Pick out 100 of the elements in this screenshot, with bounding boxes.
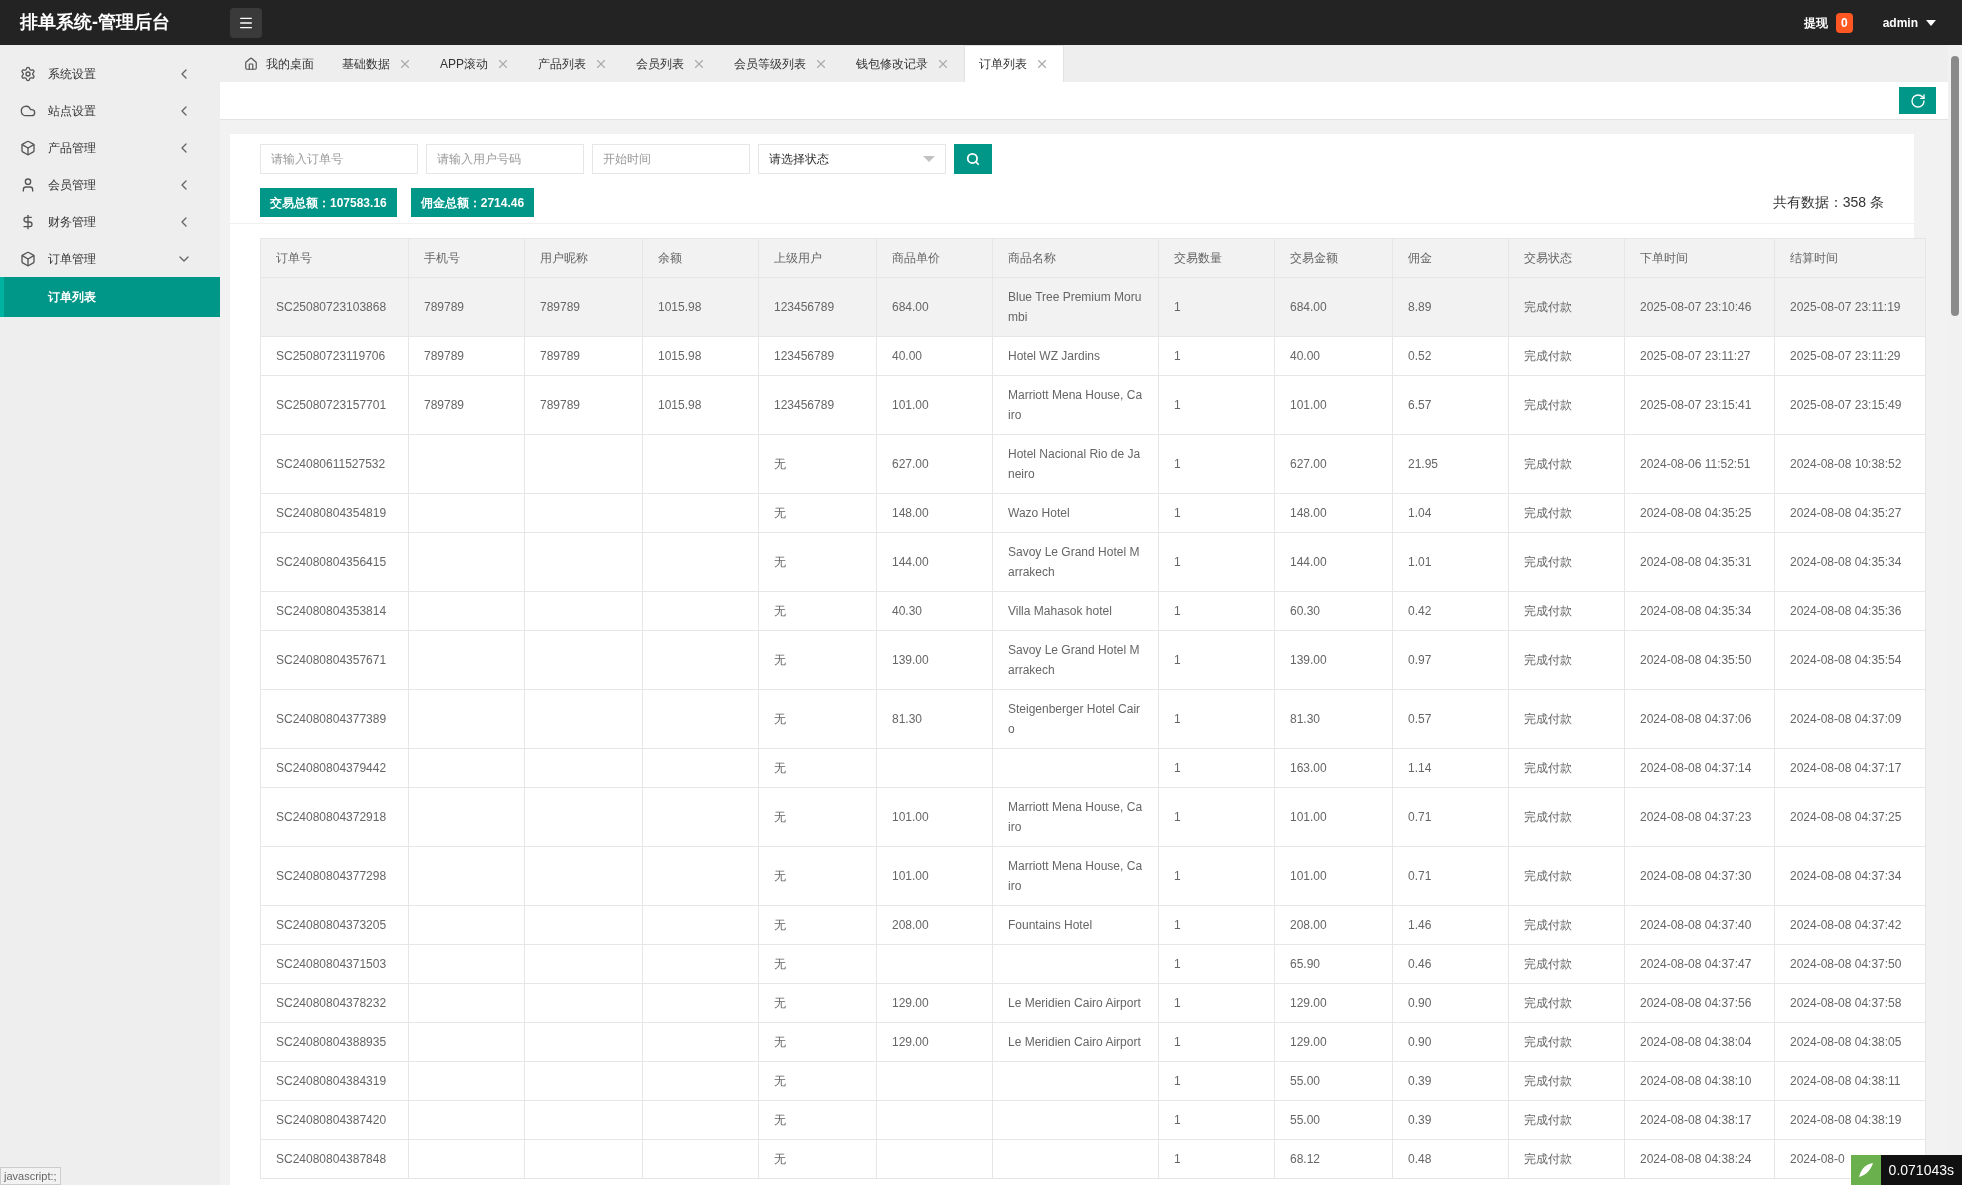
table-row[interactable]: SC24080804384319 无 1 55.00 0.39 完成付款 2024-08-08 04:38:10 2024-08-08 04:38:11 xyxy=(260,1061,1926,1101)
dollar-icon xyxy=(20,213,36,230)
table-cell: 2024-08-08 04:37:40 xyxy=(1640,918,1752,932)
tab[interactable]: 会员等级列表 xyxy=(720,45,842,82)
table-cell: Marriott Mena House, Cairo xyxy=(1008,800,1143,834)
tab[interactable]: 产品列表 xyxy=(524,45,622,82)
sidebar-item[interactable]: 会员管理 xyxy=(0,166,220,203)
table-cell: 40.30 xyxy=(892,604,923,618)
sidebar-item[interactable]: 订单管理 xyxy=(0,240,220,277)
table-cell: 129.00 xyxy=(892,996,929,1010)
table-cell: 完成付款 xyxy=(1524,1113,1572,1127)
table-cell: SC24080804353814 xyxy=(276,604,387,618)
table-cell: SC24080804354819 xyxy=(276,506,387,520)
menu-toggle-button[interactable] xyxy=(230,7,262,38)
table-cell: 无 xyxy=(774,810,786,824)
table-cell: 无 xyxy=(774,957,786,971)
table-row[interactable]: SC24080804371503 无 1 65.90 0.46 完成付款 2024-08-08 04:37:47 2024-08-08 04:37:50 xyxy=(260,944,1926,984)
table-cell: 144.00 xyxy=(892,555,929,569)
table-row[interactable]: SC24080804388935 无 129.00 Le Meridien Cairo Airport 1 129.00 0.90 完成付款 2024-08-08 04:38:04 2024-08-08 04:38:05 xyxy=(260,1022,1926,1062)
withdraw-link[interactable]: 提现 xyxy=(1803,13,1828,32)
table-row[interactable]: SC24080804379442 无 1 163.00 1.14 完成付款 2024-08-08 04:37:14 2024-08-08 04:37:17 xyxy=(260,748,1926,788)
table-cell: 2024-08-08 04:38:04 xyxy=(1640,1035,1752,1049)
tab[interactable]: 钱包修改记录 xyxy=(842,45,964,82)
table-cell: 2024-08-08 04:37:34 xyxy=(1790,869,1902,883)
table-cell: 完成付款 xyxy=(1524,300,1572,314)
order-number-field[interactable]: 请输入订单号 xyxy=(260,144,418,174)
table-row[interactable]: SC24080804387420 无 1 55.00 0.39 完成付款 2024-08-08 04:38:17 2024-08-08 04:38:19 xyxy=(260,1100,1926,1140)
table-row[interactable]: SC24080804357671 无 139.00 Savoy Le Grand Hotel Marrakech 1 139.00 0.97 完成付款 2024-08-08 04:35:50 2024-08-08 04:35:54 xyxy=(260,630,1926,690)
refresh-button[interactable] xyxy=(1899,87,1936,114)
table-row[interactable]: SC24080611527532 无 627.00 Hotel Nacional Rio de Janeiro 1 627.00 21.95 完成付款 2024-08-06 11:52:51 2024-08-08 10:38:52 xyxy=(260,434,1926,494)
tab[interactable]: 基础数据 xyxy=(328,45,426,82)
table-cell: 无 xyxy=(774,1152,786,1166)
table-cell: Blue Tree Premium Morumbi xyxy=(1008,290,1142,324)
table-row[interactable]: SC24080804356415 无 144.00 Savoy Le Grand Hotel Marrakech 1 144.00 1.01 完成付款 2024-08-08 04:35:31 2024-08-08 04:35:34 xyxy=(260,532,1926,592)
tab[interactable]: APP滚动 xyxy=(426,45,524,82)
table-cell: SC24080611527532 xyxy=(276,457,386,471)
table-cell: 1.46 xyxy=(1408,918,1432,932)
table-row[interactable]: SC24080804373205 无 208.00 Fountains Hotel 1 208.00 1.46 完成付款 2024-08-08 04:37:40 2024-08-08 04:37:42 xyxy=(260,905,1926,945)
table-cell: 无 xyxy=(774,869,786,883)
table-cell: SC24080804378232 xyxy=(276,996,387,1010)
table-cell: 0.39 xyxy=(1408,1074,1432,1088)
table-cell: 2025-08-07 23:11:19 xyxy=(1790,300,1901,314)
table-cell: 1.01 xyxy=(1408,555,1432,569)
status-select[interactable]: 请选择状态 xyxy=(758,144,946,174)
record-count: 共有数据：358 条 xyxy=(1772,193,1884,212)
table-cell: 完成付款 xyxy=(1524,1152,1572,1166)
table-cell: 65.90 xyxy=(1290,957,1321,971)
box-icon xyxy=(20,250,36,267)
table-cell: 68.12 xyxy=(1290,1152,1321,1166)
table-cell: 2024-08-08 10:38:52 xyxy=(1790,457,1902,471)
table-row[interactable]: SC25080723119706 789789 789789 1015.98 123456789 40.00 Hotel WZ Jardins 1 40.00 0.52 完成付款 2025-08-07 23:11:27 2025-08-07 23:11:29 xyxy=(260,336,1926,376)
table-cell: 2024-08-08 04:37:17 xyxy=(1790,761,1902,775)
table-cell: 139.00 xyxy=(892,653,929,667)
table-cell: SC24080804356415 xyxy=(276,555,387,569)
sidebar-item[interactable]: 财务管理 xyxy=(0,203,220,240)
table-cell: 1 xyxy=(1174,555,1181,569)
table-cell: 2024-08-08 04:37:50 xyxy=(1790,957,1902,971)
sidebar-item[interactable]: 产品管理 xyxy=(0,129,220,166)
column-header: 下单时间 xyxy=(1624,238,1775,278)
sidebar-item[interactable]: 系统设置 xyxy=(0,55,220,92)
start-time-field[interactable]: 开始时间 xyxy=(592,144,750,174)
sidebar-subitem[interactable]: 订单列表 xyxy=(0,277,220,317)
user-number-field[interactable]: 请输入用户号码 xyxy=(426,144,584,174)
table-cell: 无 xyxy=(774,506,786,520)
column-header: 交易数量 xyxy=(1158,238,1275,278)
table-cell: 0.52 xyxy=(1408,349,1432,363)
search-button[interactable] xyxy=(954,144,992,174)
table-cell: 2024-08-08 04:35:27 xyxy=(1790,506,1902,520)
table-cell: 2024-08-08 04:38:17 xyxy=(1640,1113,1752,1127)
table-cell: 无 xyxy=(774,712,786,726)
table-cell: 完成付款 xyxy=(1524,457,1572,471)
table-cell: Le Meridien Cairo Airport xyxy=(1008,1035,1141,1049)
table-cell: 0.46 xyxy=(1408,957,1432,971)
close-icon[interactable] xyxy=(1035,57,1049,71)
table-cell: 101.00 xyxy=(1290,869,1327,883)
tab[interactable]: 订单列表 xyxy=(964,45,1064,82)
user-menu[interactable]: admin xyxy=(1882,13,1936,32)
sidebar-item[interactable]: 站点设置 xyxy=(0,92,220,129)
table-cell: 2024-08-0 xyxy=(1790,1152,1845,1166)
table-cell: 1 xyxy=(1174,957,1181,971)
table-cell: SC25080723103868 xyxy=(276,300,387,314)
tab[interactable]: 我的桌面 xyxy=(230,45,328,82)
table-cell: 1015.98 xyxy=(658,300,702,314)
table-row[interactable]: SC24080804377298 无 101.00 Marriott Mena House, Cairo 1 101.00 0.71 完成付款 2024-08-08 04:37:30 2024-08-08 04:37:34 xyxy=(260,846,1926,906)
table-row[interactable]: SC25080723157701 789789 789789 1015.98 123456789 101.00 Marriott Mena House, Cairo 1 101.00 6.57 完成付款 2025-08-07 23:15:41 2025-08-07 23:15:49 xyxy=(260,375,1926,435)
table-cell: 40.00 xyxy=(892,349,923,363)
table-cell: 1 xyxy=(1174,869,1181,883)
table-row[interactable]: SC24080804353814 无 40.30 Villa Mahasok hotel 1 60.30 0.42 完成付款 2024-08-08 04:35:34 2024-08-08 04:35:36 xyxy=(260,591,1926,631)
total-badge: 佣金总额：2714.46 xyxy=(410,188,535,217)
table-row[interactable]: SC24080804378232 无 129.00 Le Meridien Cairo Airport 1 129.00 0.90 完成付款 2024-08-08 04:37:56 2024-08-08 04:37:58 xyxy=(260,983,1926,1023)
tab[interactable]: 会员列表 xyxy=(622,45,720,82)
table-cell: 完成付款 xyxy=(1524,918,1572,932)
table-cell: 139.00 xyxy=(1290,653,1327,667)
table-cell: 2024-08-08 04:38:10 xyxy=(1640,1074,1752,1088)
table-cell: 2024-08-08 04:35:25 xyxy=(1640,506,1752,520)
total-badge: 交易总额：107583.16 xyxy=(260,188,397,217)
table-row[interactable]: SC25080723103868 789789 789789 1015.98 123456789 684.00 Blue Tree Premium Morumbi 1 684.00 8.89 完成付款 2025-08-07 23:10:46 2025-08-07 23:11:19 xyxy=(260,277,1926,337)
table-row[interactable]: SC24080804354819 无 148.00 Wazo Hotel 1 148.00 1.04 完成付款 2024-08-08 04:35:25 2024-08-08 04:35:27 xyxy=(260,493,1926,533)
table-row[interactable]: SC24080804377389 无 81.30 Steigenberger Hotel Cairo 1 81.30 0.57 完成付款 2024-08-08 04:37:06 2024-08-08 04:37:09 xyxy=(260,689,1926,749)
table-row[interactable]: SC24080804372918 无 101.00 Marriott Mena House, Cairo 1 101.00 0.71 完成付款 2024-08-08 04:37:23 2024-08-08 04:37:25 xyxy=(260,787,1926,847)
